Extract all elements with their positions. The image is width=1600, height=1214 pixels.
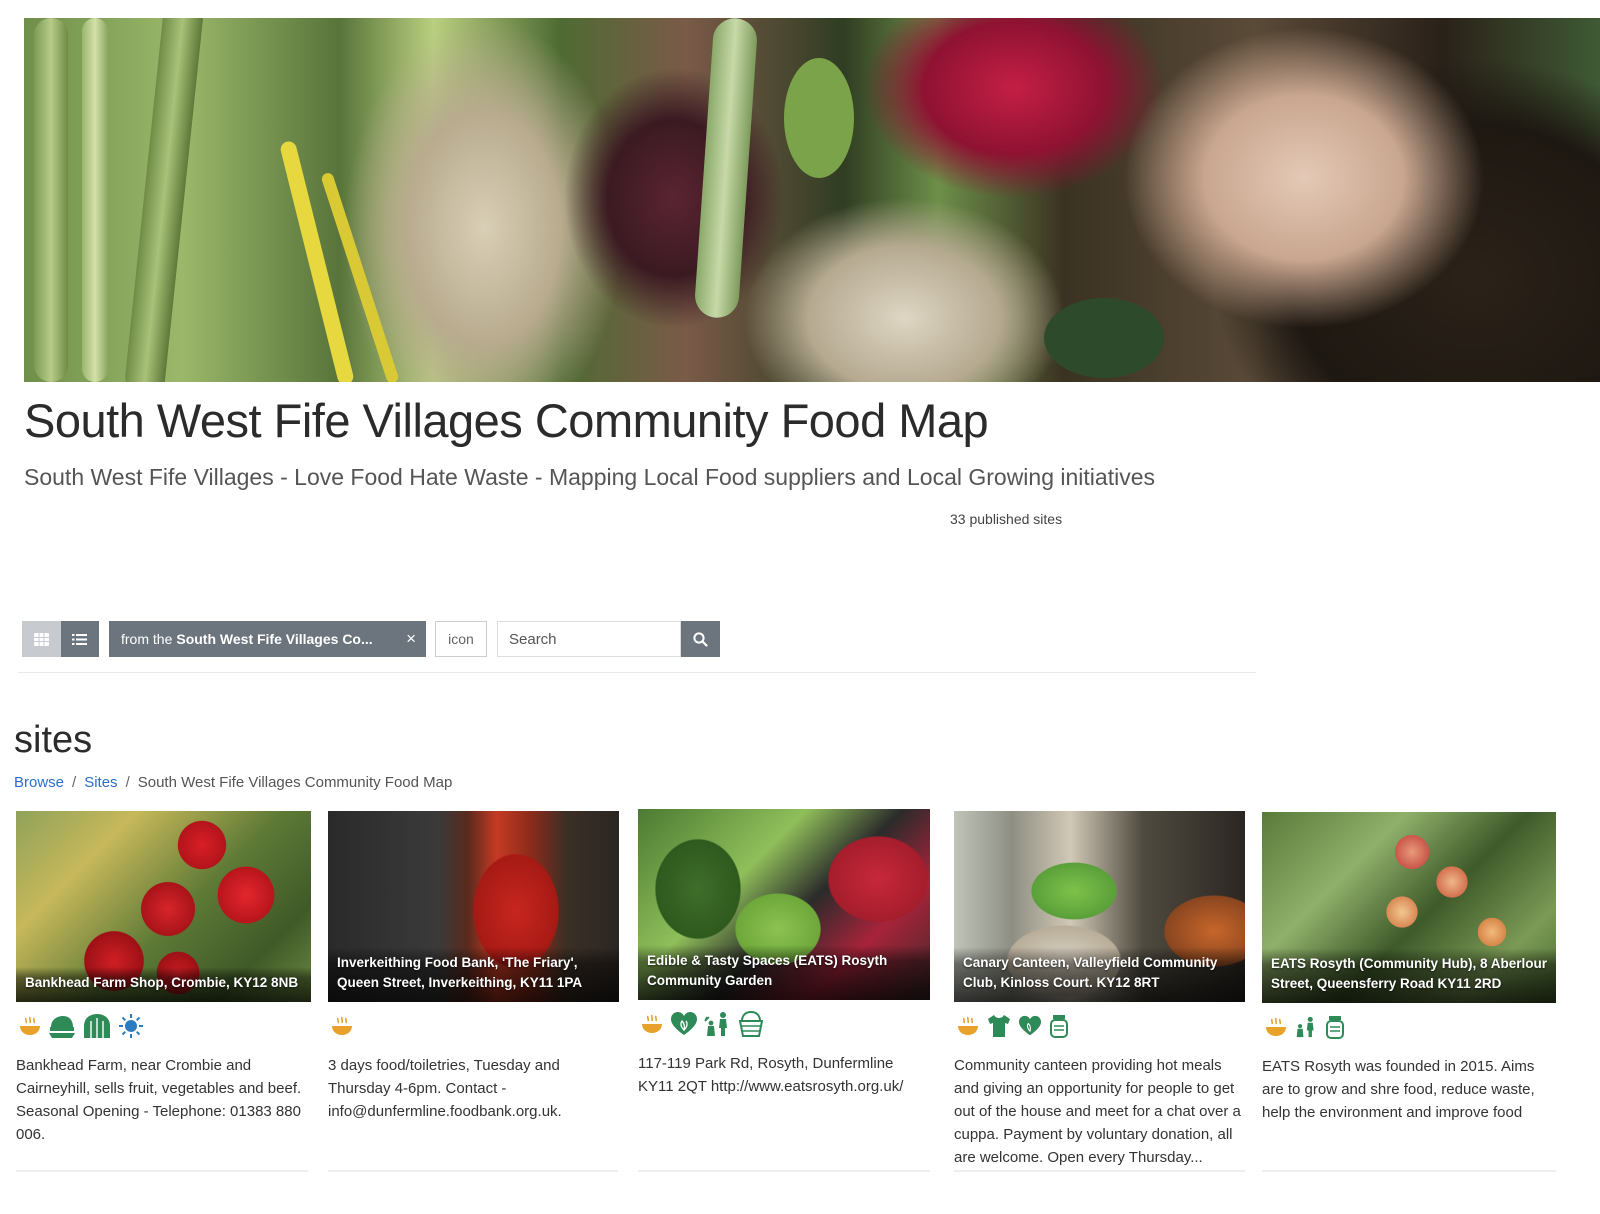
site-card-title: Canary Canteen, Valleyfield Community Cl…	[954, 947, 1245, 1002]
soup-bowl-icon	[332, 1016, 352, 1035]
breadcrumb-sites[interactable]: Sites	[84, 774, 117, 791]
gardeners-icon	[1296, 1016, 1314, 1038]
soup-bowl-icon	[958, 1016, 978, 1035]
soup-bowl-icon	[642, 1014, 662, 1033]
grid-view-button[interactable]	[22, 621, 61, 657]
gardeners-icon	[704, 1012, 727, 1036]
breadcrumb-separator: /	[125, 774, 130, 791]
site-card[interactable]: EATS Rosyth (Community Hub), 8 Aberlour …	[1262, 812, 1556, 1124]
search-input[interactable]: Search	[497, 621, 681, 657]
soup-bowl-icon	[1266, 1017, 1286, 1036]
site-card-icons	[1262, 1012, 1556, 1042]
basket-icon	[738, 1011, 764, 1037]
hero-banner-image	[24, 18, 1600, 382]
grid-icon	[33, 632, 49, 646]
map-filter-chip[interactable]: from the South West Fife Villages Co... …	[109, 621, 426, 657]
site-card-image[interactable]: Inverkeithing Food Bank, 'The Friary', Q…	[328, 811, 619, 1002]
close-icon[interactable]: ×	[406, 629, 416, 649]
list-icon	[72, 633, 88, 645]
site-card-description: Community canteen providing hot meals an…	[954, 1057, 1241, 1166]
site-card-icons	[638, 1009, 930, 1039]
site-card-description: 3 days food/toiletries, Tuesday and Thur…	[328, 1057, 562, 1120]
site-card-title: Bankhead Farm Shop, Crombie, KY12 8NB	[16, 967, 311, 1002]
site-card-icons	[16, 1011, 311, 1041]
published-sites-count: 33 published sites	[950, 511, 1063, 527]
site-card-description: 117-119 Park Rd, Rosyth, Dunfermline KY1…	[638, 1055, 904, 1095]
site-card-title: EATS Rosyth (Community Hub), 8 Aberlour …	[1262, 948, 1556, 1003]
site-card-image[interactable]: EATS Rosyth (Community Hub), 8 Aberlour …	[1262, 812, 1556, 1003]
site-card[interactable]: Edible & Tasty Spaces (EATS) Rosyth Comm…	[638, 809, 930, 1098]
jar-icon	[1326, 1016, 1344, 1039]
site-card[interactable]: Canary Canteen, Valleyfield Community Cl…	[954, 811, 1245, 1169]
section-heading: sites	[14, 719, 93, 761]
soup-bowl-icon	[20, 1016, 40, 1035]
shirt-icon	[988, 1015, 1010, 1037]
card-divider	[954, 1170, 1245, 1172]
site-card-image[interactable]: Edible & Tasty Spaces (EATS) Rosyth Comm…	[638, 809, 930, 1000]
site-card-image[interactable]: Bankhead Farm Shop, Crombie, KY12 8NB	[16, 811, 311, 1002]
breadcrumb-current: South West Fife Villages Community Food …	[137, 774, 453, 791]
breadcrumb-separator: /	[72, 774, 77, 791]
page-title: South West Fife Villages Community Food …	[24, 394, 989, 447]
breadcrumb: Browse / Sites / South West Fife Villages Co…	[14, 774, 452, 791]
site-card[interactable]: Inverkeithing Food Bank, 'The Friary', Q…	[328, 811, 619, 1123]
toolbar-divider	[18, 672, 1256, 673]
card-divider	[1262, 1170, 1556, 1172]
farm-produce-icon	[49, 1016, 75, 1038]
card-divider	[638, 1170, 930, 1172]
filter-toolbar: from the South West Fife Villages Co... …	[22, 621, 722, 657]
view-toggle	[22, 621, 99, 657]
site-card[interactable]: Bankhead Farm Shop, Crombie, KY12 8NB Ba…	[16, 811, 311, 1146]
site-card-description: EATS Rosyth was founded in 2015. Aims ar…	[1262, 1058, 1535, 1121]
site-card-image[interactable]: Canary Canteen, Valleyfield Community Cl…	[954, 811, 1245, 1002]
list-view-button[interactable]	[60, 621, 99, 657]
site-card-icons	[328, 1011, 619, 1041]
jar-icon	[1050, 1015, 1068, 1038]
card-divider	[328, 1170, 618, 1172]
polytunnel-icon	[84, 1014, 110, 1038]
search-icon	[693, 631, 708, 647]
breadcrumb-browse[interactable]: Browse	[14, 774, 64, 791]
card-divider	[16, 1170, 308, 1172]
site-card-icons	[954, 1011, 1245, 1041]
site-card-title: Inverkeithing Food Bank, 'The Friary', Q…	[328, 947, 619, 1002]
page-subtitle: South West Fife Villages - Love Food Hat…	[24, 464, 1155, 490]
site-card-description: Bankhead Farm, near Crombie and Cairneyh…	[16, 1057, 302, 1143]
site-card-title: Edible & Tasty Spaces (EATS) Rosyth Comm…	[638, 945, 930, 1000]
icon-filter-select[interactable]: icon	[435, 621, 487, 657]
filter-value: South West Fife Villages Co...	[176, 631, 373, 647]
filter-prefix: from the	[121, 631, 173, 647]
sun-icon	[119, 1014, 143, 1038]
search-button[interactable]	[681, 621, 720, 657]
heart-leaf-icon	[671, 1012, 697, 1035]
heart-leaf-icon	[1019, 1015, 1041, 1036]
